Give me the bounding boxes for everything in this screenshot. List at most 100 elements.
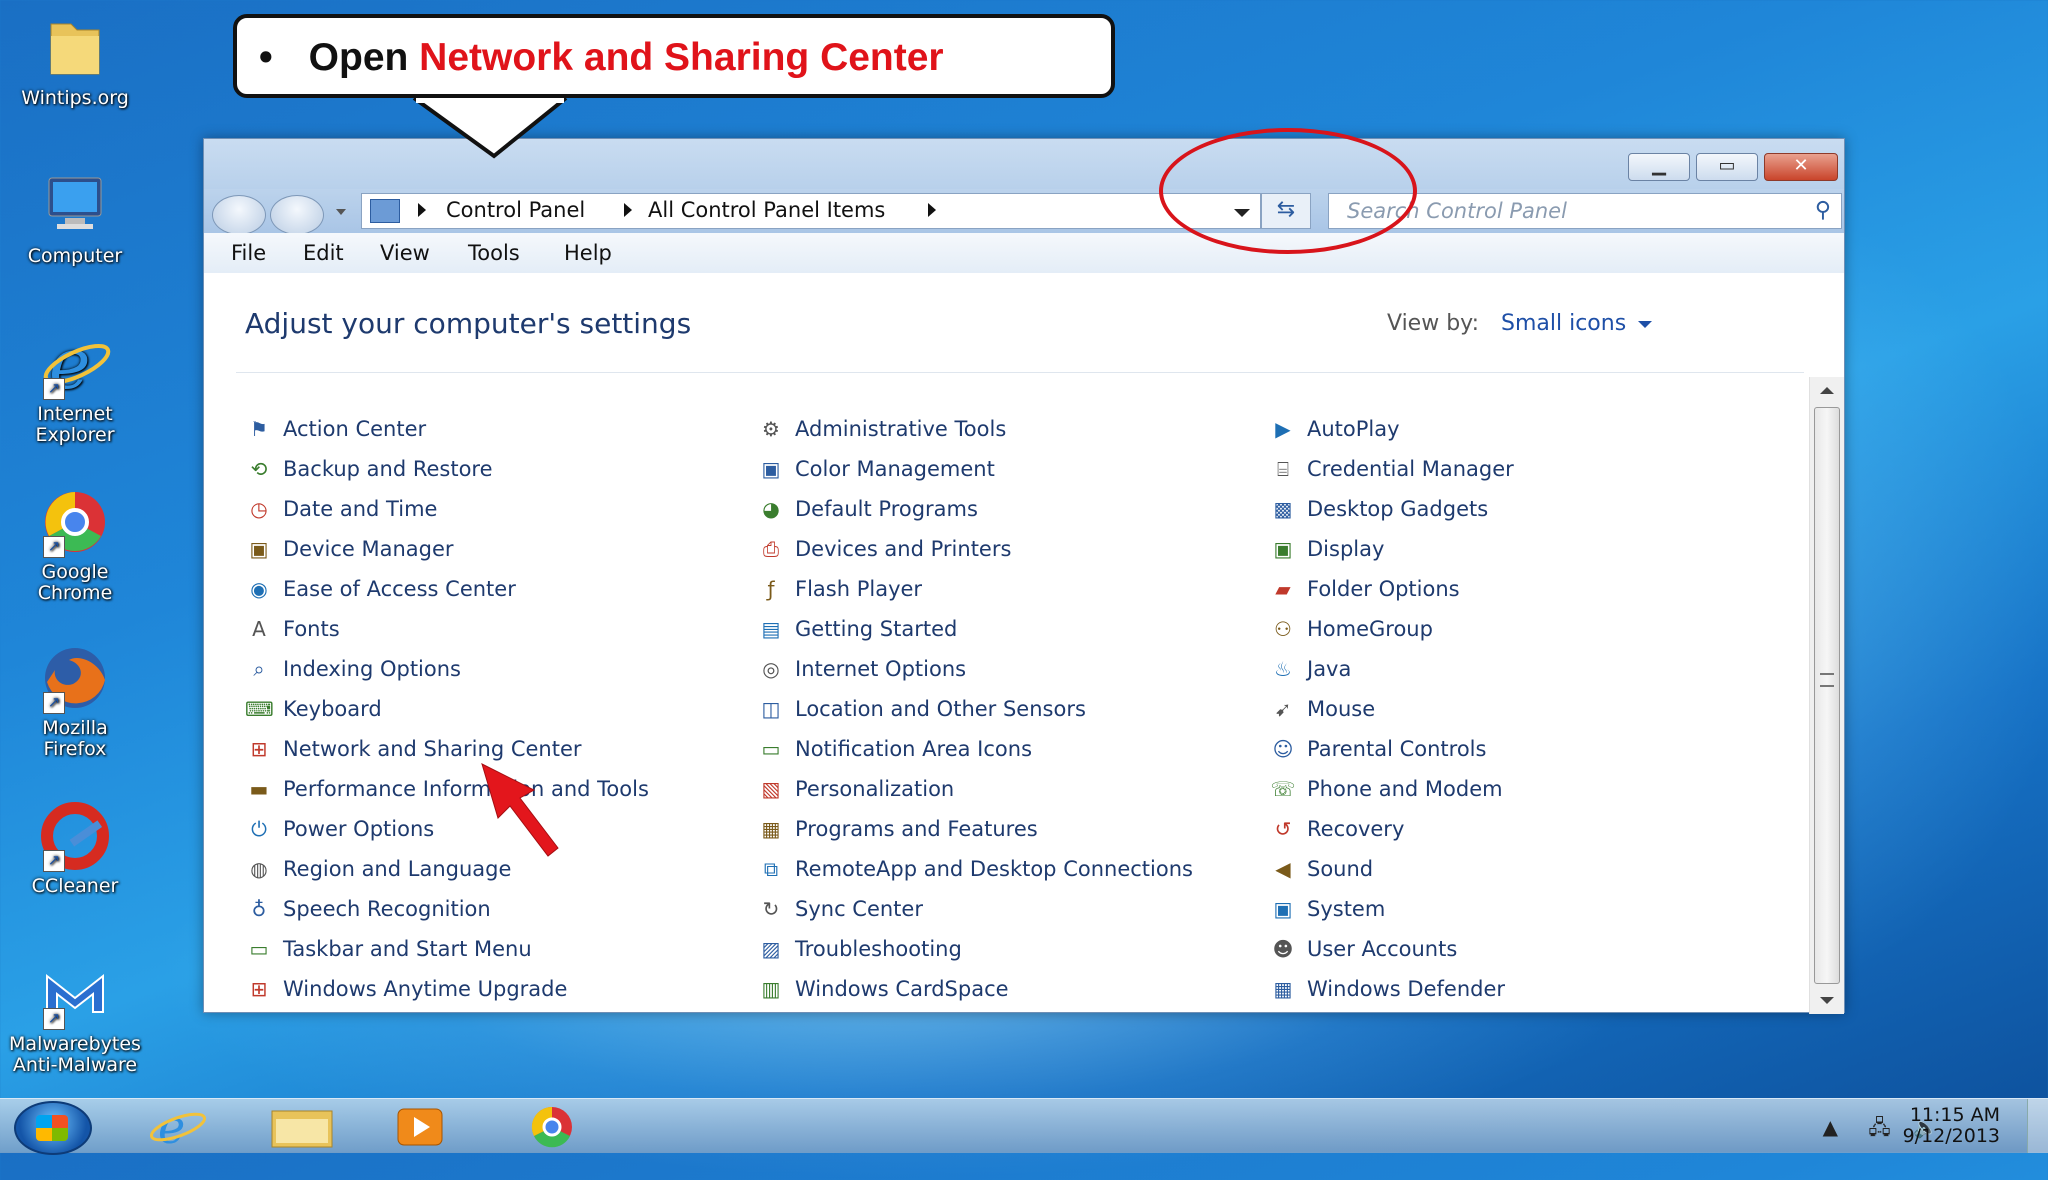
control-panel-icon xyxy=(370,199,400,223)
chrome-icon xyxy=(531,1106,572,1148)
taskbar-internet-explorer[interactable]: e xyxy=(136,1100,216,1154)
cp-item-power-options[interactable]: ⏻ Power Options xyxy=(245,816,434,846)
cp-item-label: Troubleshooting xyxy=(795,937,962,961)
flash-icon: ƒ xyxy=(767,577,775,601)
taskbar-explorer[interactable] xyxy=(262,1103,342,1149)
breadcrumb-control-panel[interactable]: Control Panel xyxy=(446,198,585,222)
search-icon[interactable]: ⚲ xyxy=(1815,198,1831,223)
cp-item-keyboard[interactable]: ⌨ Keyboard xyxy=(245,696,382,726)
cp-item-windows-anytime-upgrade[interactable]: ⊞ Windows Anytime Upgrade xyxy=(245,976,568,1006)
folder-options-icon: ▰ xyxy=(1275,577,1291,601)
breadcrumb-separator-icon[interactable] xyxy=(928,203,936,217)
cp-item-remoteapp-and-desktop-connections[interactable]: ⧉ RemoteApp and Desktop Connections xyxy=(757,856,1193,886)
cp-item-autoplay[interactable]: ▶ AutoPlay xyxy=(1269,416,1399,446)
cp-item-folder-options[interactable]: ▰ Folder Options xyxy=(1269,576,1459,606)
cp-item-ease-of-access-center[interactable]: ◉ Ease of Access Center xyxy=(245,576,516,606)
cp-item-getting-started[interactable]: ▤ Getting Started xyxy=(757,616,958,646)
close-button[interactable]: ✕ xyxy=(1764,153,1838,181)
vertical-scrollbar[interactable] xyxy=(1809,377,1844,1014)
menu-help[interactable]: Help xyxy=(564,241,612,265)
cp-item-default-programs[interactable]: ◕ Default Programs xyxy=(757,496,978,526)
cp-item-devices-and-printers[interactable]: ⎙ Devices and Printers xyxy=(757,536,1011,566)
forward-button[interactable] xyxy=(270,195,324,235)
view-by-label: View by: xyxy=(1387,311,1479,336)
desktop-icon-wintips[interactable]: Wintips.org xyxy=(0,12,150,109)
view-by-dropdown[interactable]: Small icons xyxy=(1501,311,1626,336)
cp-item-windows-cardspace[interactable]: ▥ Windows CardSpace xyxy=(757,976,1009,1006)
show-hidden-icons-icon[interactable]: ▲ xyxy=(1823,1115,1838,1139)
network-tray-icon[interactable]: 🖧 xyxy=(1868,1115,1890,1139)
cp-item-speech-recognition[interactable]: ♁ Speech Recognition xyxy=(245,896,491,926)
cp-item-windows-defender[interactable]: ▦ Windows Defender xyxy=(1269,976,1505,1006)
cp-item-java[interactable]: ♨ Java xyxy=(1269,656,1351,686)
scroll-down-icon[interactable] xyxy=(1820,997,1834,1004)
red-arrow-pointer xyxy=(481,763,559,857)
desktop-icon-malwarebytes[interactable]: ↗ Malwarebytes Anti-Malware xyxy=(0,958,150,1076)
folder-icon xyxy=(39,12,111,84)
cp-item-user-accounts[interactable]: ☻ User Accounts xyxy=(1269,936,1458,966)
maximize-button[interactable]: ▭ xyxy=(1696,153,1758,181)
refresh-button[interactable]: ⇆ xyxy=(1261,193,1311,229)
breadcrumb-separator-icon[interactable] xyxy=(418,203,426,217)
cp-item-administrative-tools[interactable]: ⚙ Administrative Tools xyxy=(757,416,1006,446)
scroll-thumb[interactable] xyxy=(1814,407,1840,984)
breadcrumb-separator-icon[interactable] xyxy=(624,203,632,217)
cp-item-color-management[interactable]: ▣ Color Management xyxy=(757,456,995,486)
cp-item-action-center[interactable]: ⚑ Action Center xyxy=(245,416,426,446)
cp-item-sync-center[interactable]: ↻ Sync Center xyxy=(757,896,923,926)
cp-item-device-manager[interactable]: ▣ Device Manager xyxy=(245,536,454,566)
address-bar[interactable]: Control Panel All Control Panel Items xyxy=(361,193,1261,229)
cp-item-taskbar-and-start-menu[interactable]: ▭ Taskbar and Start Menu xyxy=(245,936,532,966)
search-input[interactable]: Search Control Panel ⚲ xyxy=(1328,193,1842,229)
cp-item-display[interactable]: ▣ Display xyxy=(1269,536,1385,566)
cp-item-indexing-options[interactable]: ⌕ Indexing Options xyxy=(245,656,461,686)
cp-item-credential-manager[interactable]: ⌸ Credential Manager xyxy=(1269,456,1514,486)
cp-item-flash-player[interactable]: ƒ Flash Player xyxy=(757,576,922,606)
cp-item-personalization[interactable]: ▧ Personalization xyxy=(757,776,955,806)
taskbar-media-player[interactable] xyxy=(380,1103,460,1149)
cp-item-date-and-time[interactable]: ◷ Date and Time xyxy=(245,496,437,526)
cp-item-homegroup[interactable]: ⚇ HomeGroup xyxy=(1269,616,1433,646)
clock[interactable]: 11:15 AM 9/12/2013 xyxy=(1903,1105,2000,1147)
chevron-down-icon[interactable] xyxy=(1638,320,1653,328)
minimize-button[interactable]: ▁ xyxy=(1628,153,1690,181)
cp-item-backup-and-restore[interactable]: ⟲ Backup and Restore xyxy=(245,456,493,486)
scroll-up-icon[interactable] xyxy=(1820,387,1834,394)
credential-icon: ⌸ xyxy=(1277,457,1289,481)
cp-item-system[interactable]: ▣ System xyxy=(1269,896,1386,926)
desktop-icon-computer[interactable]: Computer xyxy=(0,170,150,267)
cp-item-troubleshooting[interactable]: ▨ Troubleshooting xyxy=(757,936,962,966)
cp-item-phone-and-modem[interactable]: ☏ Phone and Modem xyxy=(1269,776,1502,806)
menu-view[interactable]: View xyxy=(380,241,430,265)
desktop-icon-internet-explorer[interactable]: e ↗ Internet Explorer xyxy=(0,323,150,446)
desktop-icon-google-chrome[interactable]: ↗ Google Chrome xyxy=(0,486,150,604)
cp-item-location-and-other-sensors[interactable]: ◫ Location and Other Sensors xyxy=(757,696,1086,726)
cp-item-notification-area-icons[interactable]: ▭ Notification Area Icons xyxy=(757,736,1032,766)
device-manager-icon: ▣ xyxy=(249,537,269,561)
menu-edit[interactable]: Edit xyxy=(303,241,344,265)
cp-item-programs-and-features[interactable]: ▦ Programs and Features xyxy=(757,816,1038,846)
cp-item-desktop-gadgets[interactable]: ▩ Desktop Gadgets xyxy=(1269,496,1489,526)
cp-item-fonts[interactable]: A Fonts xyxy=(245,616,340,646)
cp-item-performance-information-and-tools[interactable]: ▬ Performance Information and Tools xyxy=(245,776,649,806)
history-dropdown-icon[interactable] xyxy=(336,209,346,215)
start-button[interactable] xyxy=(14,1101,92,1155)
cp-item-sound[interactable]: ◀ Sound xyxy=(1269,856,1373,886)
menu-file[interactable]: File xyxy=(231,241,266,265)
cp-item-internet-options[interactable]: ◎ Internet Options xyxy=(757,656,966,686)
show-desktop-button[interactable] xyxy=(2027,1099,2048,1153)
back-button[interactable] xyxy=(212,195,266,235)
menu-tools[interactable]: Tools xyxy=(468,241,520,265)
taskbar-chrome[interactable] xyxy=(512,1103,592,1149)
menu-bar: File Edit View Tools Help xyxy=(204,233,1844,274)
cp-item-mouse[interactable]: ➹ Mouse xyxy=(1269,696,1376,726)
cp-item-region-and-language[interactable]: ◍ Region and Language xyxy=(245,856,511,886)
cp-item-recovery[interactable]: ↺ Recovery xyxy=(1269,816,1405,846)
cp-item-label: Region and Language xyxy=(283,857,512,881)
cp-item-parental-controls[interactable]: ☺ Parental Controls xyxy=(1269,736,1487,766)
desktop-icon-mozilla-firefox[interactable]: ↗ Mozilla Firefox xyxy=(0,642,150,760)
address-dropdown-icon[interactable] xyxy=(1234,209,1250,217)
default-programs-icon: ◕ xyxy=(762,497,780,521)
breadcrumb-all-items[interactable]: All Control Panel Items xyxy=(648,198,885,222)
desktop-icon-ccleaner[interactable]: ↗ CCleaner xyxy=(0,800,150,897)
